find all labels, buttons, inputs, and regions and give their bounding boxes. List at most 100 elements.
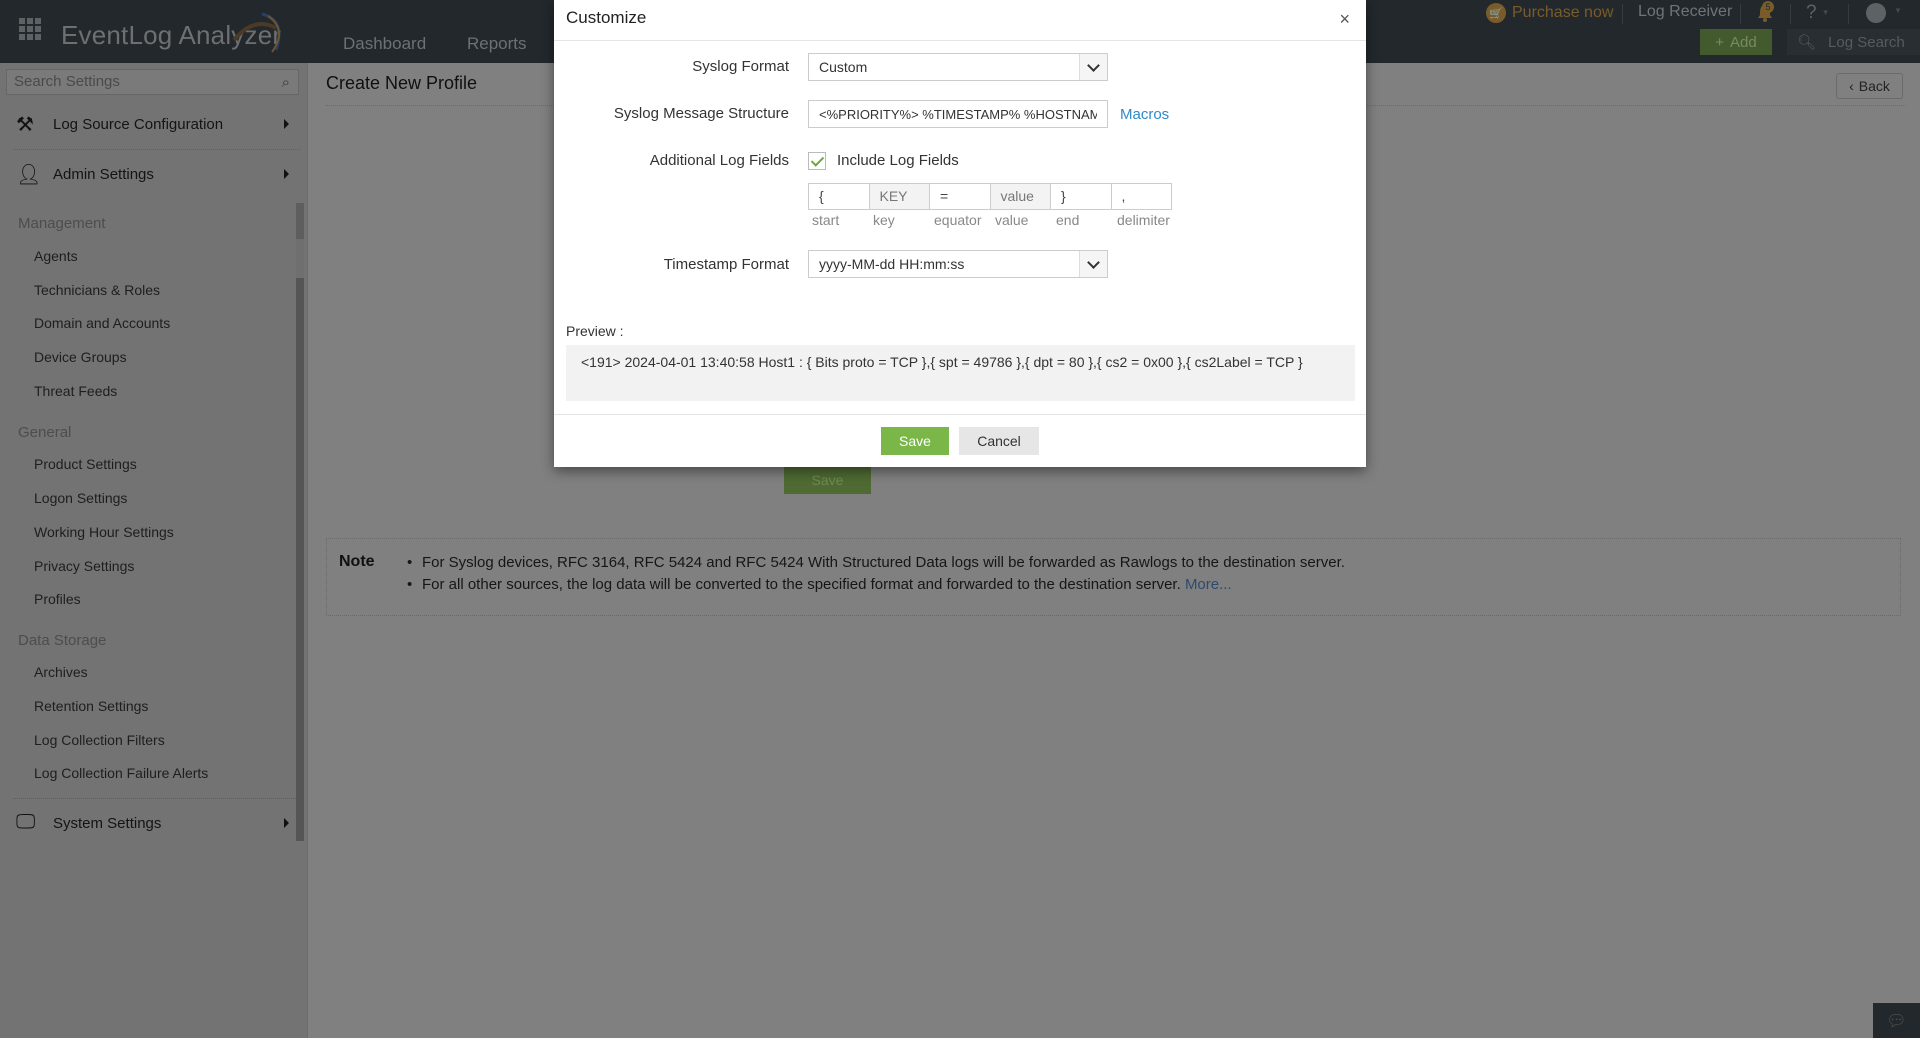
caret-down-icon: ▼ <box>1821 8 1830 18</box>
apps-grid-icon[interactable] <box>19 18 41 40</box>
plus-icon: + <box>1715 33 1725 51</box>
save-button[interactable]: Save <box>881 427 949 455</box>
equator-char-input[interactable]: = <box>929 183 991 210</box>
caption-end: end <box>1056 212 1080 228</box>
sidebar-item-technicians-roles[interactable]: Technicians & Roles <box>34 282 160 298</box>
close-icon[interactable]: × <box>1339 9 1350 30</box>
header-separator <box>1790 4 1791 24</box>
value-placeholder: value <box>989 183 1051 210</box>
log-search-button[interactable]: 🔍︎ Log Search <box>1787 29 1920 55</box>
log-field-captions: start key equator value end delimiter <box>808 212 1174 228</box>
help-menu[interactable]: ? ▼ <box>1806 2 1830 24</box>
sidebar-item-profiles[interactable]: Profiles <box>34 591 81 607</box>
sidebar-section-label: System Settings <box>53 814 162 832</box>
caption-equator: equator <box>934 212 982 228</box>
caption-delimiter: delimiter <box>1117 212 1170 228</box>
sidebar-divider <box>13 149 300 150</box>
dialog-header-divider <box>554 40 1366 41</box>
more-link[interactable]: More... <box>1185 576 1232 593</box>
sidebar-item-logon-settings[interactable]: Logon Settings <box>34 490 127 506</box>
group-title-data-storage: Data Storage <box>18 632 107 649</box>
sidebar-section-log-source-configuration[interactable]: ⚒ Log Source Configuration <box>0 104 300 144</box>
chevron-left-icon: ‹ <box>1849 78 1854 94</box>
delimiter-char-input[interactable]: , <box>1110 183 1172 210</box>
purchase-now-label: Purchase now <box>1512 4 1614 21</box>
add-label: Add <box>1730 33 1757 51</box>
monitor-gear-icon: 🖵︎ <box>16 811 36 833</box>
key-placeholder: KEY <box>868 183 930 210</box>
sidebar-divider <box>13 798 300 799</box>
syslog-format-select[interactable]: Custom <box>808 53 1108 81</box>
note-label: Note <box>339 553 375 570</box>
cancel-button[interactable]: Cancel <box>959 427 1039 455</box>
dialog-footer-divider <box>554 414 1366 415</box>
log-search-label: Log Search <box>1828 33 1905 51</box>
sidebar-item-log-collection-filters[interactable]: Log Collection Filters <box>34 732 165 748</box>
admin-user-gear-icon: 👤︎ <box>16 164 42 186</box>
dialog-title: Customize <box>566 8 647 27</box>
group-title-general: General <box>18 424 72 441</box>
preview-text: <191> 2024-04-01 13:40:58 Host1 : { Bits… <box>566 345 1355 401</box>
syslog-format-label: Syslog Format <box>692 58 789 75</box>
chat-bubble-icon: 💬︎ <box>1886 1012 1907 1030</box>
preview-label: Preview : <box>566 323 624 339</box>
sidebar-section-label: Admin Settings <box>53 165 154 183</box>
sidebar-item-working-hour-settings[interactable]: Working Hour Settings <box>34 524 174 540</box>
search-icon[interactable]: ⌕ <box>282 74 290 91</box>
page-title: Create New Profile <box>326 73 478 93</box>
header-separator <box>1740 4 1741 24</box>
settings-sidebar: Search Settings ⌕ ⚒ Log Source Configura… <box>0 63 308 1038</box>
customize-dialog: Customize × Syslog Format Custom Syslog … <box>554 0 1366 467</box>
log-receiver-link[interactable]: Log Receiver <box>1638 3 1732 21</box>
syslog-message-structure-input[interactable] <box>808 100 1108 128</box>
sidebar-section-label: Log Source Configuration <box>53 115 224 133</box>
back-button[interactable]: ‹ Back <box>1836 73 1903 99</box>
header-separator <box>1622 4 1623 24</box>
note-item-text: For all other sources, the log data will… <box>422 576 1181 593</box>
logo-arc-icon <box>232 12 281 53</box>
start-char-input[interactable]: { <box>808 183 870 210</box>
cart-icon: 🛒 <box>1486 3 1506 23</box>
sidebar-item-device-groups[interactable]: Device Groups <box>34 349 127 365</box>
sidebar-item-product-settings[interactable]: Product Settings <box>34 456 137 472</box>
caret-down-icon[interactable]: ▼ <box>1894 6 1902 15</box>
include-log-fields-checkbox[interactable] <box>808 152 826 170</box>
sidebar-item-archives[interactable]: Archives <box>34 664 88 680</box>
caret-right-icon <box>284 818 289 828</box>
sidebar-section-system-settings[interactable]: 🖵︎ System Settings <box>0 803 300 843</box>
note-panel: Note For Syslog devices, RFC 3164, RFC 5… <box>326 538 1901 616</box>
caption-start: start <box>812 212 840 228</box>
header-separator <box>1848 4 1849 24</box>
sidebar-item-domain-accounts[interactable]: Domain and Accounts <box>34 315 170 331</box>
sidebar-scrollbar-thumb[interactable] <box>296 278 304 841</box>
profile-save-button[interactable]: Save <box>784 466 871 494</box>
end-char-input[interactable]: } <box>1050 183 1112 210</box>
search-settings-placeholder: Search Settings <box>14 73 120 90</box>
chat-button[interactable]: 💬︎ <box>1873 1003 1920 1038</box>
include-log-fields-label[interactable]: Include Log Fields <box>837 152 959 169</box>
add-button[interactable]: + Add <box>1700 29 1772 55</box>
macros-link[interactable]: Macros <box>1120 106 1169 123</box>
tools-icon: ⚒ <box>16 114 34 136</box>
sidebar-section-admin-settings[interactable]: 👤︎ Admin Settings <box>0 154 300 194</box>
sidebar-item-log-collection-failure-alerts[interactable]: Log Collection Failure Alerts <box>34 765 208 781</box>
help-icon: ? <box>1806 2 1817 23</box>
syslog-format-value: Custom <box>819 59 868 75</box>
nav-reports[interactable]: Reports <box>467 34 527 54</box>
note-item: For Syslog devices, RFC 3164, RFC 5424 a… <box>407 552 1345 574</box>
user-avatar-icon[interactable] <box>1866 3 1886 23</box>
sidebar-item-retention-settings[interactable]: Retention Settings <box>34 698 148 714</box>
sidebar-item-agents[interactable]: Agents <box>34 248 78 264</box>
log-field-format-row: { KEY = value } , <box>808 183 1172 210</box>
note-item: For all other sources, the log data will… <box>407 574 1345 596</box>
sidebar-scrollbar-top <box>296 203 304 239</box>
nav-dashboard[interactable]: Dashboard <box>343 34 426 54</box>
search-settings-input[interactable]: Search Settings ⌕ <box>6 69 299 95</box>
sidebar-item-threat-feeds[interactable]: Threat Feeds <box>34 383 117 399</box>
purchase-now-link[interactable]: 🛒 Purchase now <box>1486 3 1613 23</box>
sidebar-item-privacy-settings[interactable]: Privacy Settings <box>34 558 134 574</box>
notification-count-badge: 5 <box>1762 1 1774 13</box>
caption-value: value <box>995 212 1029 228</box>
timestamp-format-select[interactable]: yyyy-MM-dd HH:mm:ss <box>808 250 1108 278</box>
caret-right-icon <box>284 169 289 179</box>
